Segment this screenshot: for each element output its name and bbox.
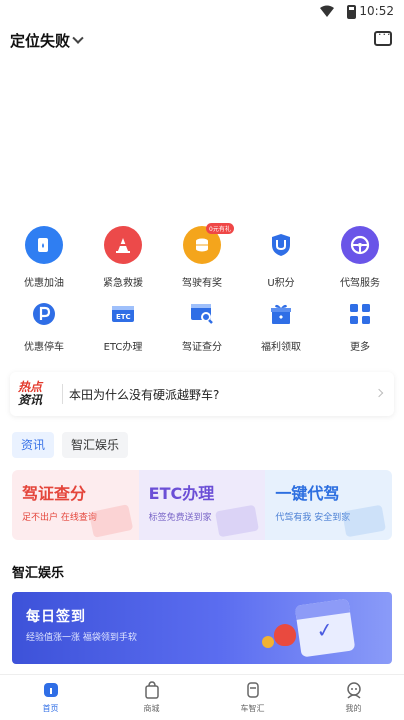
feature-cards: 驾证查分 足不出户 在线查询 ETC办理 标签免费送到家 一键代驾 代驾有我 安… [12,470,393,540]
service-label: 紧急救援 [103,278,143,289]
bottom-nav: 首页 商城 车智汇 我的 [0,674,404,720]
profile-icon [345,681,363,699]
section-title: 智汇娱乐 [12,566,65,581]
service-label: 驾驶有奖 [182,278,222,289]
nav-car-hub[interactable]: 车智汇 [202,675,303,720]
car-hub-icon [244,681,262,699]
nav-home[interactable]: 首页 [0,675,101,720]
content-tabs: 资讯 智汇娱乐 [12,432,136,458]
chevron-down-icon [72,32,84,44]
service-welfare[interactable]: 福利领取 [257,300,305,360]
parking-icon [30,300,58,328]
service-chauffeur[interactable]: 代驾服务 [336,226,384,296]
lucky-bag-icon [274,624,296,646]
promo-badge: 0元有礼 [206,223,234,234]
tab-entertainment[interactable]: 智汇娱乐 [62,432,129,458]
etc-card-icon: ETC [109,300,137,328]
service-label: 驾证查分 [182,342,222,353]
battery-icon [347,5,356,19]
license-search-icon [188,300,216,328]
location-label: 定位失败 [10,32,71,50]
calendar-check-icon [294,598,356,658]
service-grid: 优惠加油 紧急救援 0元有礼 驾驶有奖 U积分 代驾服务 优惠停车 ETC ET… [0,223,404,360]
hot-news-logo-bottom: 资讯 [18,393,43,407]
shopping-bag-icon [143,681,161,699]
u-points-icon [267,231,295,259]
service-rescue[interactable]: 紧急救援 [99,226,147,296]
status-time: 10:52 [359,4,394,18]
nav-mall[interactable]: 商城 [101,675,202,720]
location-selector[interactable]: 定位失败 [10,30,84,51]
home-icon [42,681,60,699]
service-label: 优惠停车 [24,342,64,353]
nav-label: 我的 [345,704,362,713]
service-label: ETC办理 [103,342,143,353]
service-parking[interactable]: 优惠停车 [20,300,68,360]
wifi-icon [320,5,334,17]
banner-subtitle: 经验值涨一涨 福袋领到手软 [26,633,137,643]
etc-card-illustration [215,504,260,538]
fuel-icon [25,226,63,264]
hot-news-bar[interactable]: 热点 资讯 本田为什么没有硬派越野车? [10,372,394,416]
status-bar: 10:52 [0,0,404,24]
chevron-right-icon [374,388,384,398]
message-icon[interactable] [374,28,392,46]
hot-news-title: 本田为什么没有硬派越野车? [69,387,220,402]
divider [62,384,63,404]
card-license-check[interactable]: 驾证查分 足不出户 在线查询 [12,470,139,540]
service-more[interactable]: 更多 [336,300,384,360]
card-title: 一键代驾 [275,484,340,503]
card-chauffeur[interactable]: 一键代驾 代驾有我 安全到家 [265,470,393,540]
service-label: 优惠加油 [24,278,64,289]
coin-icon [262,636,274,648]
service-etc[interactable]: ETC ETC办理 [99,300,147,360]
rescue-cone-icon [104,226,142,264]
gift-icon [267,300,295,328]
service-row-2: 优惠停车 ETC ETC办理 驾证查分 福利领取 更多 [0,300,404,360]
car-illustration [342,504,386,538]
service-drive-reward[interactable]: 0元有礼 驾驶有奖 [178,223,234,296]
nav-profile[interactable]: 我的 [303,675,404,720]
daily-checkin-banner[interactable]: 每日签到 经验值涨一涨 福袋领到手软 [12,592,392,664]
nav-label: 商城 [143,704,160,713]
tab-news[interactable]: 资讯 [12,432,55,458]
service-label: 福利领取 [261,342,301,353]
card-title: ETC办理 [148,484,215,503]
more-grid-icon [346,300,374,328]
service-row-1: 优惠加油 紧急救援 0元有礼 驾驶有奖 U积分 代驾服务 [0,223,404,296]
steering-wheel-icon [341,226,379,264]
service-u-points[interactable]: U积分 [257,226,305,296]
hot-news-logo: 热点 资讯 [18,381,56,407]
service-fuel[interactable]: 优惠加油 [20,226,68,296]
service-label: 更多 [350,342,370,353]
svg-text:ETC: ETC [116,313,131,321]
service-label: U积分 [267,278,295,289]
nav-label: 首页 [42,704,59,713]
nav-label: 车智汇 [240,704,265,713]
card-etc[interactable]: ETC办理 标签免费送到家 [138,470,266,540]
card-title: 驾证查分 [22,484,87,503]
service-label: 代驾服务 [340,278,380,289]
banner-title: 每日签到 [26,609,86,625]
service-license-check[interactable]: 驾证查分 [178,300,226,360]
